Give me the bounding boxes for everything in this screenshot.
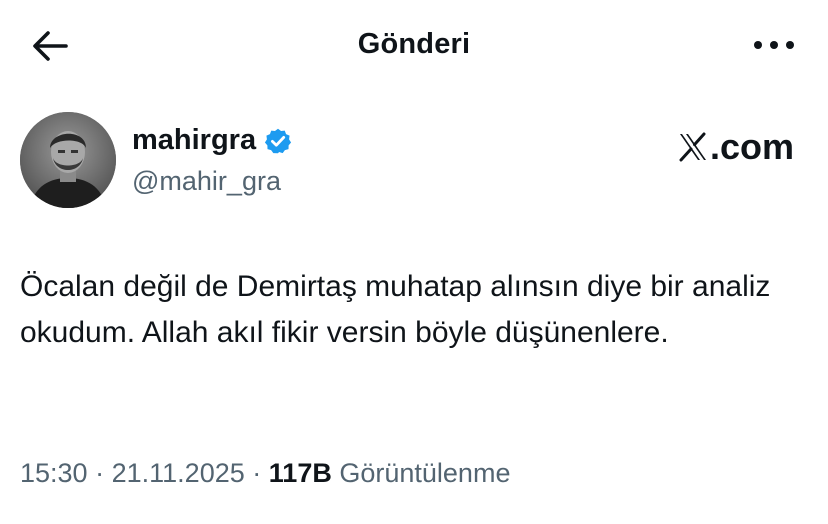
page-title: Gönderi	[357, 28, 471, 60]
tweet-date[interactable]: 21.11.2025	[112, 458, 245, 488]
meta-separator: ·	[95, 458, 105, 488]
avatar[interactable]	[20, 112, 116, 208]
tweet-time[interactable]: 15:30	[20, 458, 88, 488]
brand-watermark: .com	[678, 126, 794, 168]
views-count[interactable]: 117B	[269, 458, 332, 488]
meta-separator: ·	[252, 458, 262, 488]
tweet-text: Öcalan değil de Demirtaş muhatap alınsın…	[20, 270, 771, 349]
top-bar: Gönderi	[0, 0, 828, 92]
display-name-text: mahirgra	[132, 124, 257, 156]
verified-badge-icon	[264, 127, 292, 155]
brand-text: .com	[709, 126, 794, 167]
tweet-meta: 15:30 · 21.11.2025 · 117B Görüntülenme	[20, 458, 510, 489]
author-handle[interactable]: @mahir_gra	[132, 166, 281, 197]
x-logo-icon	[679, 132, 706, 162]
views-label[interactable]: Görüntülenme	[339, 458, 510, 488]
more-horizontal-icon	[754, 41, 794, 49]
author-display-name[interactable]: mahirgra	[132, 124, 292, 157]
more-button[interactable]	[750, 32, 798, 58]
avatar-photo	[20, 112, 116, 208]
